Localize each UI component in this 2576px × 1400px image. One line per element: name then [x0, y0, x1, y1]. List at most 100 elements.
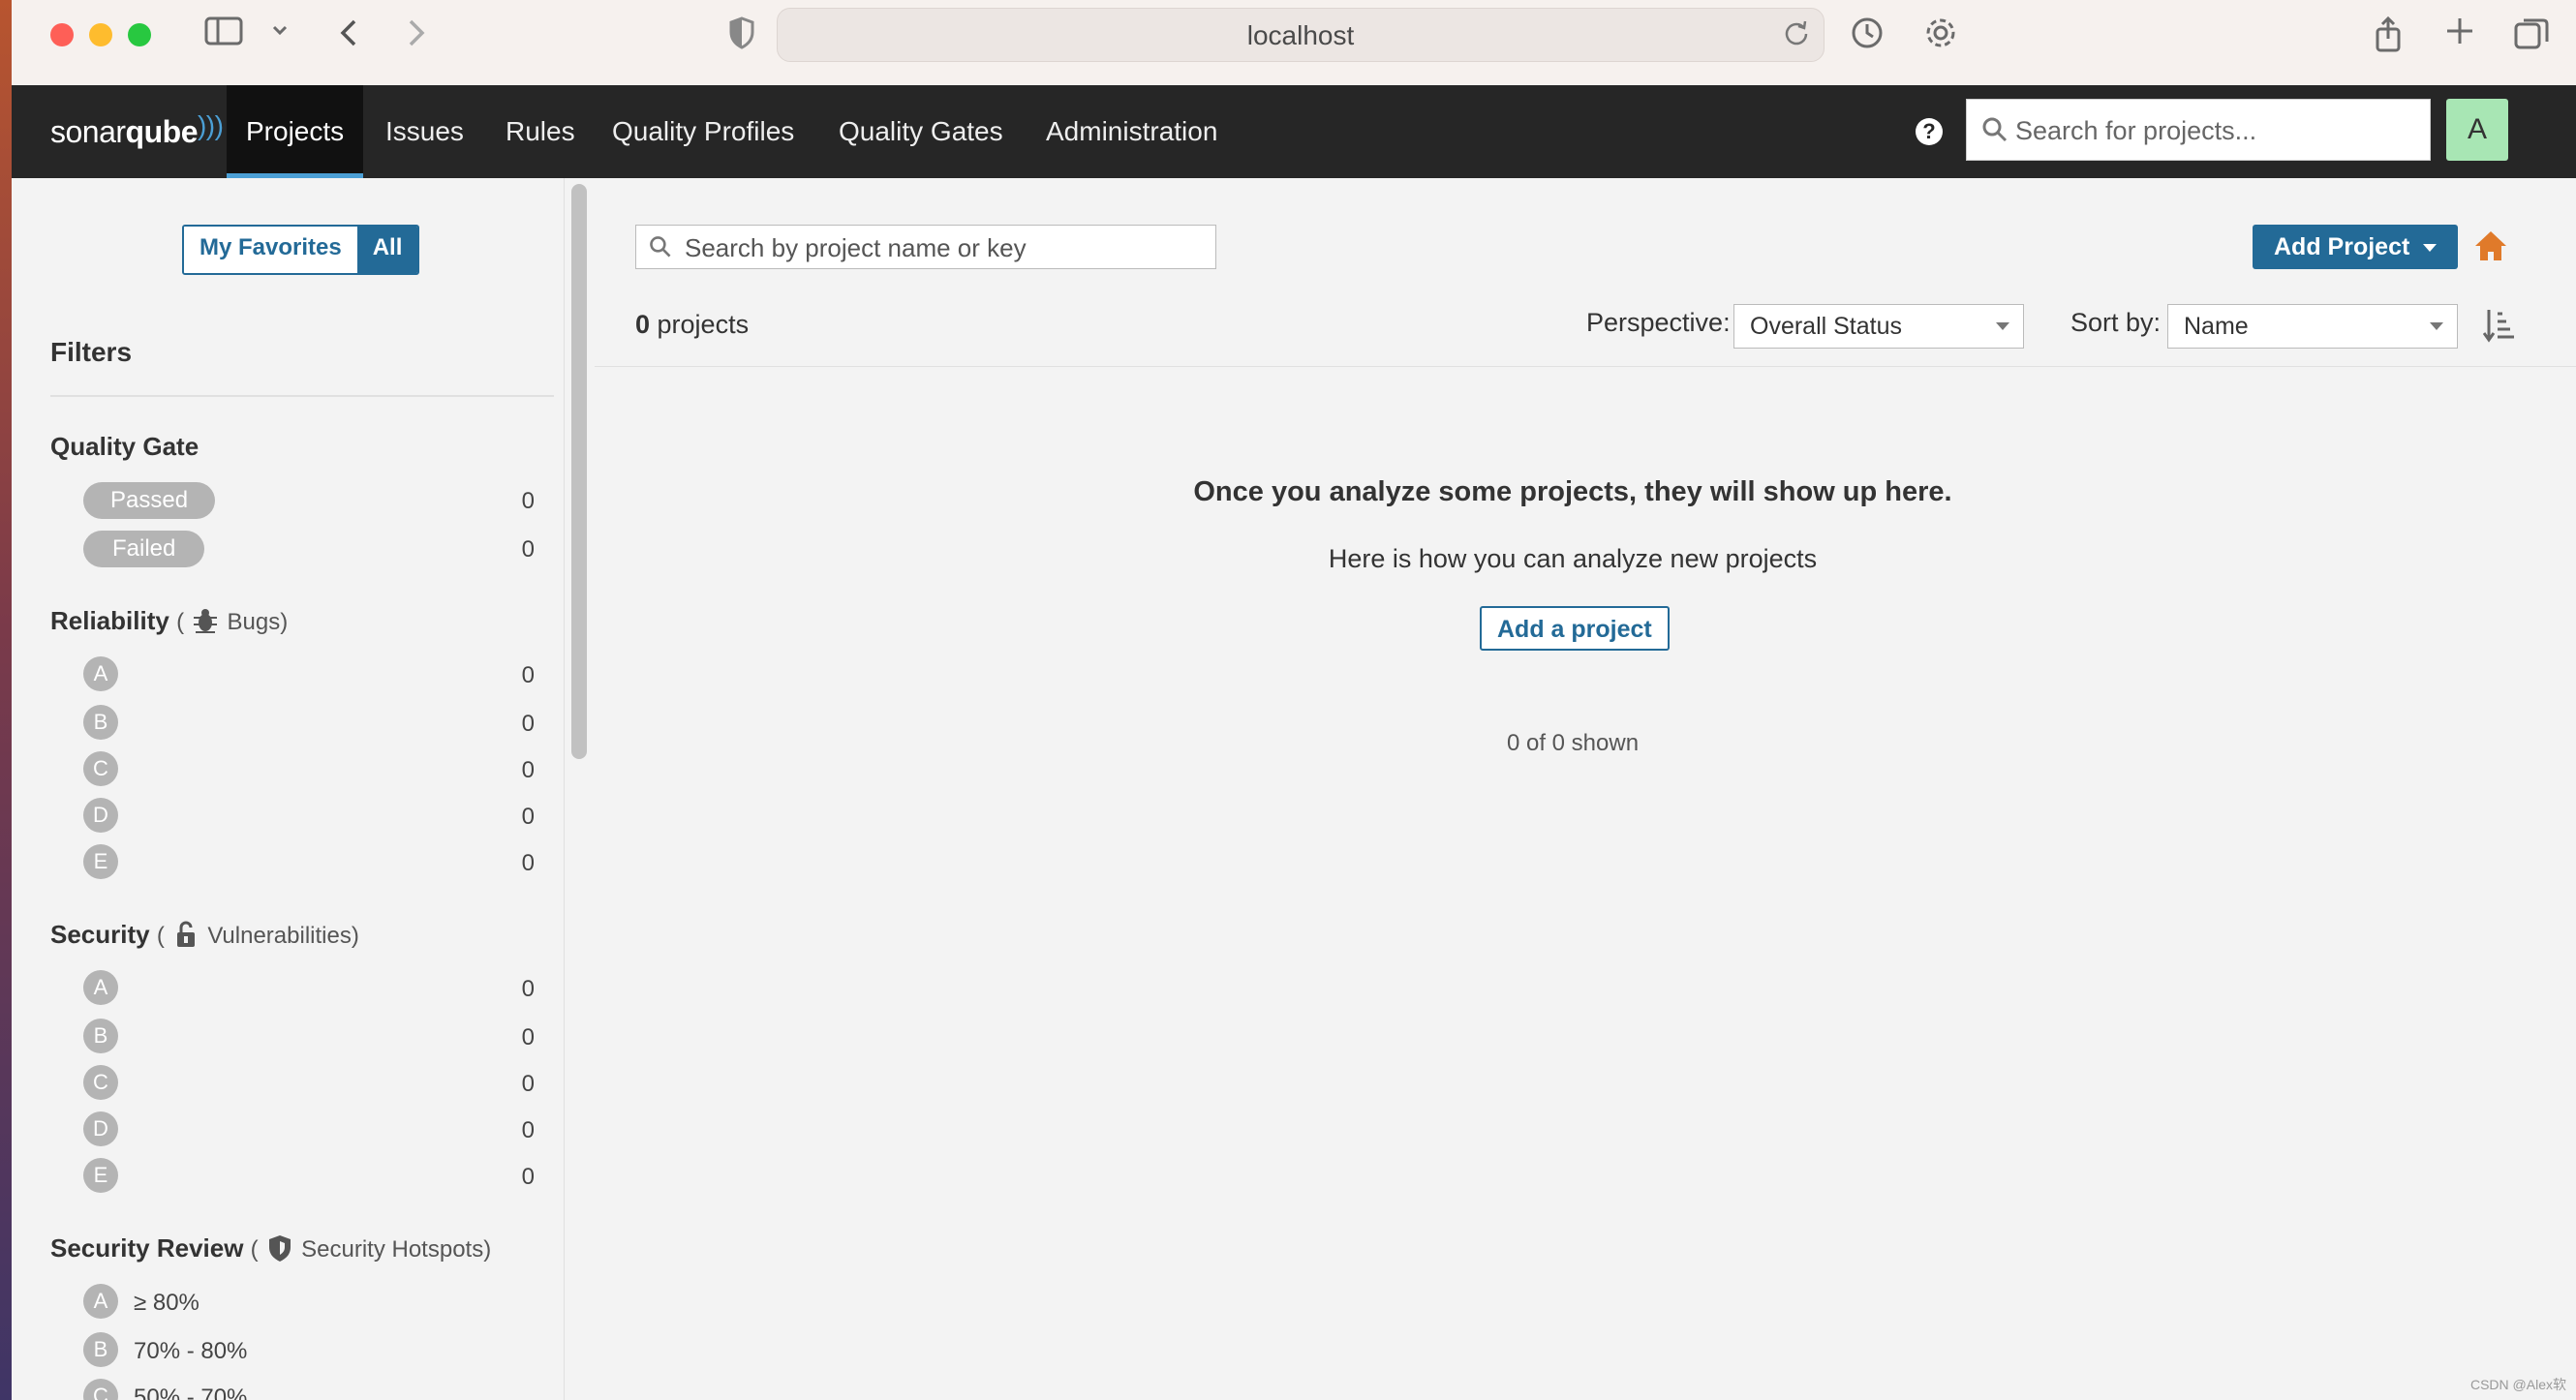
url-text: localhost — [1246, 20, 1355, 50]
global-search-box[interactable] — [1966, 99, 2431, 162]
security-subtitle: Vulnerabilities — [207, 923, 352, 949]
caret-down-icon — [2423, 244, 2438, 253]
sonarqube-logo[interactable]: sonarqube))) — [50, 110, 224, 150]
add-project-button[interactable]: Add Project — [2253, 225, 2459, 269]
caret-down-icon — [1996, 322, 2009, 330]
search-icon — [1982, 117, 2008, 142]
minimize-window-button[interactable] — [89, 23, 112, 46]
logo-suffix: qube — [125, 114, 199, 149]
help-icon[interactable]: ? — [1916, 118, 1943, 145]
security-count-a: 0 — [521, 976, 535, 1002]
quality-gate-failed-option[interactable]: Failed — [83, 531, 205, 567]
favorites-toggle: My Favorites All — [182, 225, 420, 275]
nav-quality-gates[interactable]: Quality Gates — [839, 85, 1003, 178]
shield-icon — [268, 1235, 291, 1262]
security-count-e: 0 — [521, 1164, 535, 1190]
security-title-text: Security — [50, 920, 150, 949]
security-review-close-paren: ) — [483, 1236, 492, 1263]
reliability-rating-a[interactable]: A — [83, 656, 118, 691]
perspective-value: Overall Status — [1750, 313, 1903, 340]
nav-issues[interactable]: Issues — [385, 85, 464, 178]
security-rating-e[interactable]: E — [83, 1158, 118, 1193]
back-icon[interactable] — [331, 15, 366, 54]
security-rating-c[interactable]: C — [83, 1065, 118, 1100]
sidebar-toggle-icon[interactable] — [201, 15, 246, 54]
shield-privacy-icon[interactable] — [724, 15, 759, 54]
security-open-paren: ( — [156, 923, 165, 949]
perspective-select[interactable]: Overall Status — [1733, 304, 2024, 349]
add-a-project-button[interactable]: Add a project — [1480, 606, 1670, 651]
zoom-window-button[interactable] — [128, 23, 151, 46]
history-clock-icon[interactable] — [1848, 15, 1886, 54]
tab-overview-icon[interactable] — [2510, 15, 2553, 54]
forward-icon[interactable] — [399, 15, 434, 54]
quality-gate-facet-title: Quality Gate — [50, 432, 199, 461]
logo-wave-icon: ))) — [197, 110, 224, 140]
quality-gate-passed-count: 0 — [521, 488, 535, 514]
shown-count: 0 of 0 shown — [1506, 730, 1640, 756]
security-count-c: 0 — [521, 1071, 535, 1097]
projects-main: Add Project 0 projects Perspective: Over… — [595, 178, 2576, 1400]
security-count-b: 0 — [521, 1024, 535, 1050]
project-search-input[interactable] — [683, 226, 1210, 270]
close-window-button[interactable] — [50, 23, 74, 46]
project-count-suffix: projects — [650, 310, 750, 339]
reliability-close-paren: ) — [280, 609, 289, 635]
caret-down-icon — [2430, 322, 2443, 330]
gear-icon[interactable] — [1921, 15, 1960, 54]
reliability-subtitle: Bugs — [227, 609, 281, 635]
empty-state-title: Once you analyze some projects, they wil… — [1193, 476, 1952, 507]
chevron-down-icon[interactable] — [265, 15, 294, 54]
security-review-rating-a[interactable]: A — [83, 1284, 118, 1319]
security-review-rating-c[interactable]: C — [83, 1379, 118, 1400]
my-favorites-button[interactable]: My Favorites — [184, 227, 357, 273]
reliability-title-text: Reliability — [50, 606, 169, 635]
nav-projects[interactable]: Projects — [227, 85, 364, 178]
lock-icon — [177, 921, 196, 947]
add-project-label: Add Project — [2274, 233, 2410, 260]
nav-administration[interactable]: Administration — [1046, 85, 1217, 178]
security-review-rating-b[interactable]: B — [83, 1332, 118, 1367]
security-rating-d[interactable]: D — [83, 1111, 118, 1146]
perspective-label: Perspective: — [1586, 308, 1731, 337]
user-avatar[interactable]: A — [2446, 99, 2508, 161]
nav-rules[interactable]: Rules — [506, 85, 575, 178]
sort-value: Name — [2184, 313, 2249, 340]
new-tab-plus-icon[interactable] — [2440, 15, 2479, 54]
project-count: 0 projects — [635, 310, 749, 340]
project-count-number: 0 — [635, 310, 651, 339]
security-review-range-b: 70% - 80% — [134, 1338, 248, 1364]
security-review-facet-title: Security Review ( Security Hotspots) — [50, 1233, 491, 1263]
home-icon[interactable] — [2473, 228, 2508, 263]
share-icon[interactable] — [2369, 15, 2407, 54]
security-review-title-text: Security Review — [50, 1233, 244, 1263]
reload-icon[interactable] — [1783, 18, 1810, 53]
browser-toolbar: localhost — [12, 0, 2576, 86]
sort-select[interactable]: Name — [2167, 304, 2458, 349]
security-rating-a[interactable]: A — [83, 970, 118, 1005]
reliability-rating-b[interactable]: B — [83, 705, 118, 740]
filters-sidebar: My Favorites All Filters Quality Gate Pa… — [12, 178, 565, 1400]
security-count-d: 0 — [521, 1117, 535, 1143]
reliability-count-d: 0 — [521, 804, 535, 830]
quality-gate-passed-option[interactable]: Passed — [83, 482, 216, 519]
global-search-input[interactable] — [2013, 100, 2424, 162]
nav-quality-profiles[interactable]: Quality Profiles — [612, 85, 794, 178]
reliability-rating-d[interactable]: D — [83, 798, 118, 833]
security-rating-b[interactable]: B — [83, 1019, 118, 1053]
security-review-range-a: ≥ 80% — [134, 1290, 199, 1316]
reliability-rating-c[interactable]: C — [83, 751, 118, 786]
security-review-subtitle: Security Hotspots — [301, 1236, 484, 1263]
divider — [595, 366, 2576, 367]
security-facet-title: Security ( Vulnerabilities) — [50, 920, 359, 950]
browser-window: localhost sonarqube))) Projects Issues R… — [12, 0, 2576, 1400]
address-bar[interactable]: localhost — [777, 8, 1825, 62]
sort-direction-icon[interactable] — [2483, 308, 2516, 343]
sort-label: Sort by: — [2070, 308, 2162, 337]
reliability-rating-e[interactable]: E — [83, 844, 118, 879]
sidebar-scrollbar-thumb[interactable] — [571, 184, 587, 759]
sonarqube-navbar: sonarqube))) Projects Issues Rules Quali… — [12, 85, 2576, 178]
empty-state-subtitle: Here is how you can analyze new projects — [1328, 544, 1818, 573]
all-button[interactable]: All — [356, 227, 418, 273]
project-search-box[interactable] — [635, 225, 1216, 270]
